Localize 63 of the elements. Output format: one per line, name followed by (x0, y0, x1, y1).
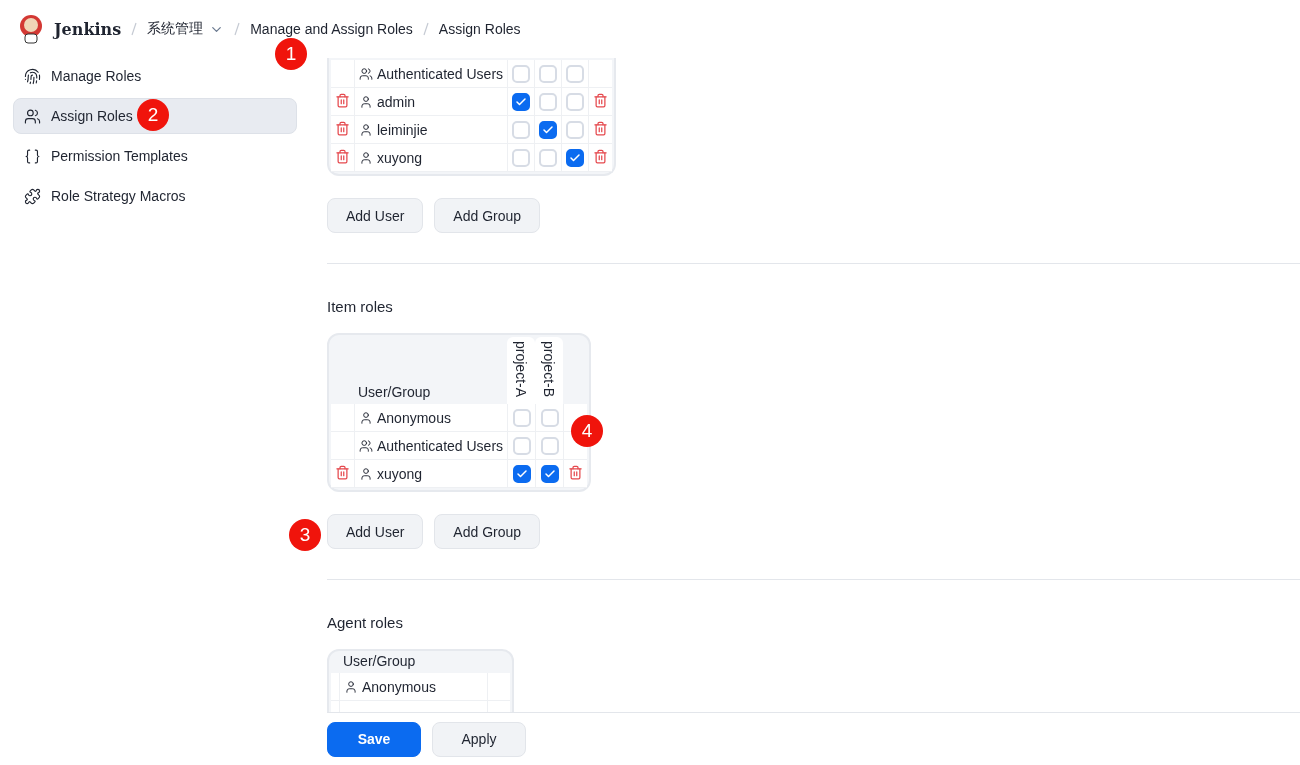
add-button[interactable]: Add Group (434, 198, 541, 233)
column-header: User/Group (357, 383, 432, 403)
delete-icon[interactable] (593, 120, 609, 136)
user-name: leiminjie (359, 121, 504, 138)
user-icon (359, 122, 373, 137)
user-name: Anonymous (359, 409, 504, 426)
users-icon (24, 107, 41, 125)
user-icon (359, 94, 373, 109)
delete-icon[interactable] (335, 464, 350, 480)
check-icon (543, 467, 556, 480)
role-checkbox[interactable] (566, 148, 585, 167)
role-header: project-B (541, 341, 558, 398)
add-button[interactable]: Add User (327, 514, 424, 550)
sidebar-item[interactable]: Role Strategy Macros (13, 178, 297, 214)
section-title: Item roles (327, 298, 393, 315)
breadcrumb-link[interactable]: Assign Roles (438, 21, 521, 37)
user-name: Authenticated Users (359, 65, 504, 82)
check-icon (542, 123, 555, 136)
role-checkbox[interactable] (540, 464, 559, 483)
delete-icon[interactable] (568, 464, 584, 480)
step-marker: 4 (571, 415, 603, 447)
check-icon (569, 151, 582, 164)
add-button[interactable]: Add Group (434, 514, 541, 550)
user-icon (359, 410, 373, 425)
separator-icon (422, 22, 429, 36)
role-header: project-A (513, 341, 530, 398)
role-checkbox[interactable] (512, 464, 531, 483)
separator-icon (131, 22, 138, 36)
separator-icon (234, 22, 241, 36)
breadcrumb-link[interactable]: 系统管理 (147, 20, 225, 38)
logo-icon[interactable] (18, 14, 44, 44)
role-checkbox[interactable] (512, 92, 531, 111)
user-icon (359, 150, 373, 165)
delete-icon[interactable] (335, 120, 350, 136)
puzzle-icon (24, 187, 41, 205)
brand-name[interactable]: Jenkins (54, 19, 122, 39)
column-header: User/Group (342, 653, 417, 672)
delete-icon[interactable] (335, 92, 350, 108)
user-name: Authenticated Users (359, 437, 504, 454)
user-name: admin (359, 93, 504, 110)
user-name: xuyong (359, 465, 504, 482)
breadcrumb-link[interactable]: Manage and Assign Roles (250, 21, 413, 37)
fingerprint-icon (24, 67, 41, 85)
user-name: xuyong (359, 149, 504, 166)
add-button[interactable]: Add User (327, 198, 424, 233)
user-icon (344, 679, 358, 694)
check-icon (515, 95, 528, 108)
braces-icon (24, 147, 41, 165)
user-name: Anonymous (344, 678, 483, 695)
role-checkbox[interactable] (539, 120, 558, 139)
section-title: Agent roles (327, 614, 403, 632)
step-marker: 1 (275, 38, 307, 70)
delete-icon[interactable] (593, 148, 609, 164)
apply-button[interactable]: Apply (432, 721, 526, 757)
step-marker: 3 (289, 519, 321, 551)
user-icon (359, 466, 373, 481)
save-button[interactable]: Save (327, 721, 421, 757)
delete-icon[interactable] (593, 92, 609, 108)
group-icon (359, 66, 373, 81)
check-icon (515, 467, 528, 480)
group-icon (359, 438, 373, 453)
delete-icon[interactable] (335, 148, 350, 164)
sidebar-item[interactable]: Permission Templates (13, 138, 297, 174)
